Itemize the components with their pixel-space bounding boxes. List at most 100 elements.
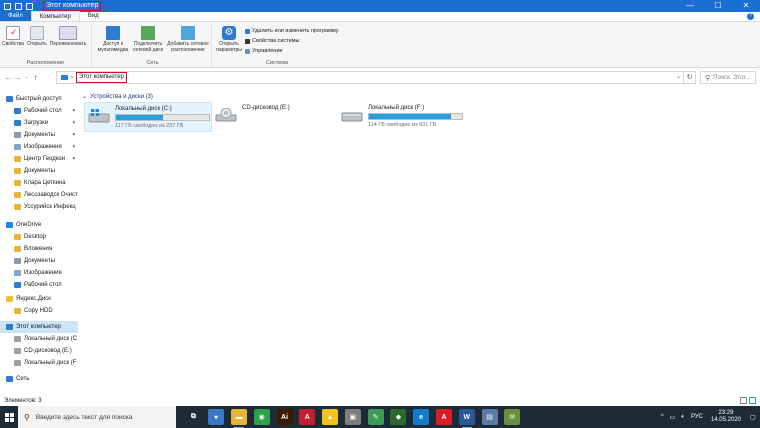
- sidebar-item-label: Быстрый доступ: [16, 96, 62, 102]
- acrobat-icon[interactable]: A: [435, 409, 452, 425]
- close-button[interactable]: ✕: [732, 0, 760, 12]
- autocad-icon[interactable]: A: [299, 409, 316, 425]
- photos-icon[interactable]: ▣: [344, 409, 361, 425]
- uninstall-program-button[interactable]: Удалить или изменить программу: [245, 28, 338, 34]
- manage-button[interactable]: Управление: [245, 48, 283, 54]
- sidebar-item[interactable]: Быстрый доступ: [0, 93, 78, 105]
- drive-e[interactable]: CD-дисковод (E:): [212, 102, 340, 132]
- sidebar-item[interactable]: Этот компьютер: [0, 321, 78, 333]
- search-box[interactable]: ⚲ Поиск: Этот...: [700, 71, 756, 84]
- edge-icon[interactable]: e: [413, 409, 430, 425]
- rename-label: Переименовать: [49, 41, 87, 47]
- cd-drive-icon: [215, 107, 237, 122]
- sidebar-item[interactable]: Уссурийск Инфекц: [0, 201, 78, 213]
- devices-group-header[interactable]: ⌄ Устройства и диски (3): [82, 93, 153, 101]
- notifications-icon[interactable]: ▢: [746, 406, 760, 428]
- photoshop-icon[interactable]: ◆: [390, 409, 407, 425]
- sidebar-item[interactable]: OneDrive: [0, 219, 78, 231]
- sidebar-item[interactable]: Локальный диск (F: [0, 357, 78, 369]
- sidebar-item[interactable]: Документы: [0, 165, 78, 177]
- task-view-icon[interactable]: ⧉: [185, 409, 202, 425]
- group-label-system: Система: [265, 60, 289, 66]
- forward-arrow-icon[interactable]: →: [13, 73, 22, 82]
- sidebar-item[interactable]: Центр Геодези ✦: [0, 153, 78, 165]
- network-tray-icon[interactable]: ▭: [670, 414, 676, 421]
- sidebar-item-label: Документы: [24, 168, 55, 174]
- address-bar[interactable]: › Этот компьютер ⌄ ↻: [56, 71, 696, 84]
- large-icons-view-icon[interactable]: [749, 397, 756, 404]
- tab-computer[interactable]: Компьютер: [30, 11, 80, 21]
- sidebar-item[interactable]: Вложения: [0, 243, 78, 255]
- illustrator-icon[interactable]: Ai: [276, 409, 293, 425]
- sidebar-item[interactable]: Рабочий стол: [0, 279, 78, 291]
- chrome-icon[interactable]: ●: [208, 409, 225, 425]
- tab-file[interactable]: Файл: [0, 11, 31, 21]
- yandex-disk-icon: [6, 296, 13, 302]
- recent-chevron-icon[interactable]: ⌄: [22, 74, 31, 80]
- desktop-folder-icon: [14, 108, 21, 114]
- rename-button[interactable]: Переименовать: [48, 26, 88, 47]
- sidebar-item[interactable]: Локальный диск (С: [0, 333, 78, 345]
- drive-c[interactable]: Локальный диск (C:) 117 ГБ свободно из 2…: [84, 102, 212, 132]
- up-arrow-icon[interactable]: ↑: [31, 73, 40, 82]
- system-properties-button[interactable]: Свойства системы: [245, 38, 300, 44]
- manage-icon: [245, 48, 250, 54]
- breadcrumb-this-pc[interactable]: Этот компьютер: [76, 72, 127, 83]
- sidebar-item[interactable]: Документы ✦: [0, 129, 78, 141]
- mail-icon[interactable]: ✉: [504, 409, 521, 425]
- maximize-button[interactable]: ☐: [704, 0, 732, 12]
- properties-button[interactable]: ✓ Свойства: [2, 26, 24, 47]
- sidebar-item[interactable]: Desktop: [0, 231, 78, 243]
- help-button[interactable]: ?: [747, 13, 754, 20]
- map-drive-label: Подключить сетевой диск: [132, 41, 164, 53]
- open-settings-button[interactable]: ⚙ Открыть параметры: [216, 26, 242, 53]
- maps-icon[interactable]: ◉: [253, 409, 270, 425]
- hdd-windows-icon: [88, 109, 110, 123]
- sidebar-item-label: Copy HDD: [24, 308, 53, 314]
- back-arrow-icon[interactable]: ←: [4, 73, 13, 82]
- sidebar-item[interactable]: Изображения: [0, 267, 78, 279]
- add-location-button[interactable]: Добавить сетевое расположение: [166, 26, 210, 53]
- address-dropdown-icon[interactable]: ⌄: [676, 72, 681, 83]
- archicad-icon[interactable]: ▲: [322, 409, 339, 425]
- sidebar-item[interactable]: Яндекс.Диск: [0, 293, 78, 305]
- notepad-icon[interactable]: ✎: [367, 409, 384, 425]
- minimize-button[interactable]: —: [676, 0, 704, 12]
- refresh-icon[interactable]: ↻: [683, 72, 695, 83]
- file-explorer-icon[interactable]: ▬: [230, 409, 247, 428]
- clock[interactable]: 23:29 14.05.2020: [711, 410, 741, 424]
- media-access-button[interactable]: Доступ к мультимедиа: [96, 26, 130, 53]
- details-view-icon[interactable]: [740, 397, 747, 404]
- sidebar-item[interactable]: Клара Цеткина: [0, 177, 78, 189]
- tab-view[interactable]: Вид: [80, 11, 107, 21]
- open-button[interactable]: Открыть: [27, 26, 47, 47]
- sidebar-item[interactable]: CD-дисковод (E:): [0, 345, 78, 357]
- cd-drive-icon: [14, 348, 21, 354]
- volume-icon[interactable]: 🔈︎: [681, 414, 685, 421]
- sidebar-item-label: Уссурийск Инфекц: [24, 204, 76, 210]
- pictures-folder-icon: [14, 270, 21, 276]
- breadcrumb-chevron-icon[interactable]: ›: [71, 75, 73, 81]
- sidebar-item[interactable]: Рабочий стол ✦: [0, 105, 78, 117]
- start-button[interactable]: [0, 406, 18, 428]
- navigation-pane: Быстрый доступ Рабочий стол ✦ Загрузки ✦ Доку…: [0, 93, 78, 393]
- quick-access-icon[interactable]: [4, 2, 11, 10]
- drive-f[interactable]: Локальный диск (F:) 114 ГБ свободно из 9…: [338, 102, 466, 132]
- word-icon[interactable]: W: [458, 409, 475, 428]
- documents-folder-icon: [14, 258, 21, 264]
- sidebar-item[interactable]: Copy HDD: [0, 305, 78, 317]
- language-indicator[interactable]: РУС: [691, 414, 703, 420]
- map-drive-button[interactable]: Подключить сетевой диск: [130, 26, 166, 53]
- sidebar-item[interactable]: Документы: [0, 255, 78, 267]
- taskbar-search[interactable]: ⚲ Введите здесь текст для поиска: [18, 406, 176, 428]
- new-folder-qa-icon[interactable]: [26, 2, 33, 10]
- media-access-icon: [106, 26, 120, 40]
- chevron-up-icon[interactable]: ^: [661, 414, 664, 420]
- sidebar-item[interactable]: Сеть: [0, 373, 78, 385]
- media-access-label: Доступ к мультимедиа: [97, 41, 129, 53]
- properties-qa-icon[interactable]: [15, 2, 22, 10]
- image-viewer-icon[interactable]: ▤: [481, 409, 498, 425]
- sidebar-item[interactable]: Загрузки ✦: [0, 117, 78, 129]
- sidebar-item[interactable]: Изображения ✦: [0, 141, 78, 153]
- sidebar-item[interactable]: Лесозаводск Очист: [0, 189, 78, 201]
